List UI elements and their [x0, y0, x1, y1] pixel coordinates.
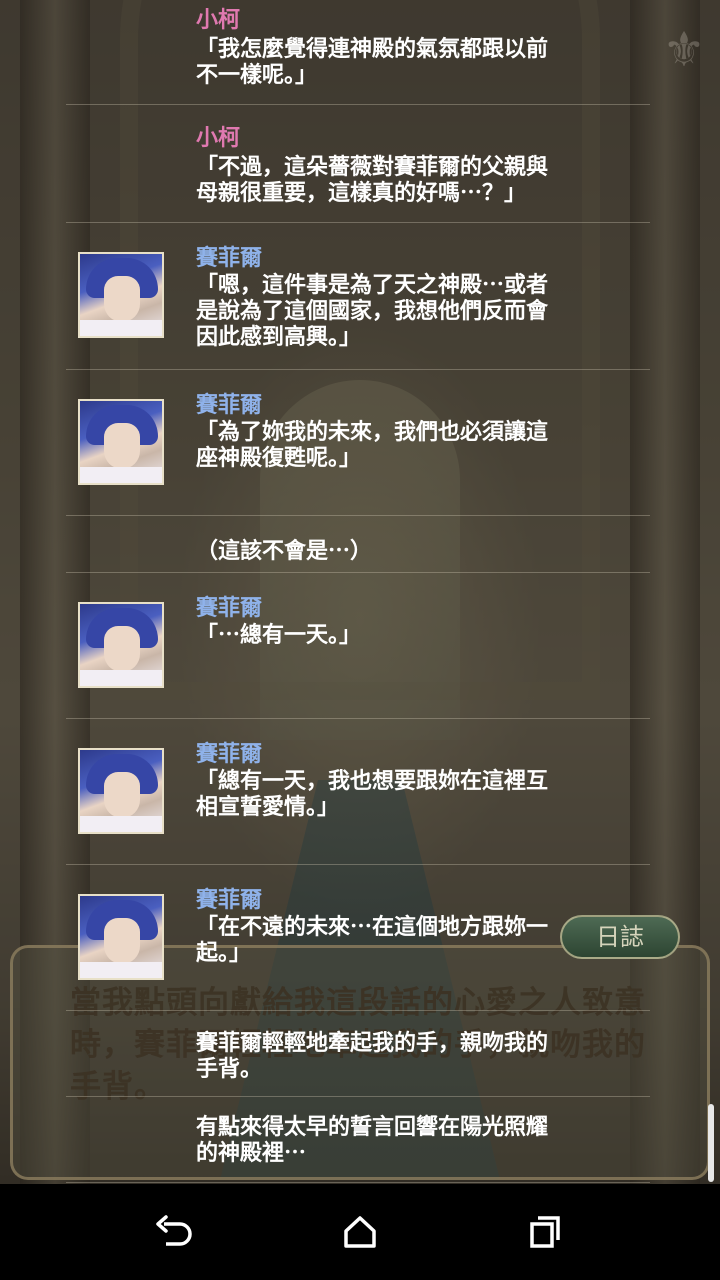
narration-text: 有點來得太早的誓言回響在陽光照耀 的神殿裡⋯ — [196, 1114, 549, 1166]
monologue-text: （這該不會是⋯） — [196, 538, 373, 564]
speaker-name: 賽菲爾 — [196, 741, 263, 767]
seraphiel-avatar — [78, 748, 164, 834]
seraphiel-avatar — [78, 602, 164, 688]
seraphiel-avatar — [78, 399, 164, 485]
speaker-name: 小柯 — [196, 125, 241, 151]
log-entry: 賽菲爾 「⋯總有一天。」 — [66, 572, 650, 719]
log-scrollbar[interactable] — [708, 1104, 714, 1182]
log-entry: 有點來得太早的誓言回響在陽光照耀 的神殿裡⋯ — [66, 1096, 650, 1183]
speaker-name: 賽菲爾 — [196, 245, 263, 271]
log-entry: 賽菲爾 「在不遠的未來⋯在這個地方跟妳一 起。」 — [66, 864, 650, 1011]
fleur-de-lis-icon: ⚜ — [662, 22, 706, 78]
log-entry: 賽菲爾 「為了妳我的未來，我們也必須讓這 座神殿復甦呢。」 — [66, 369, 650, 516]
log-entry: 賽菲爾輕輕地牽起我的手，親吻我的 手背。 — [66, 1010, 650, 1097]
seraphiel-avatar — [78, 894, 164, 980]
speaker-name: 賽菲爾 — [196, 595, 263, 621]
speaker-name: 賽菲爾 — [196, 887, 263, 913]
recents-icon[interactable] — [518, 1204, 574, 1260]
narration-text: 賽菲爾輕輕地牽起我的手，親吻我的 手背。 — [196, 1030, 549, 1082]
system-navigation-bar — [0, 1184, 720, 1280]
dialogue-text: 「總有一天，我也想要跟妳在這裡互 相宣誓愛情。」 — [196, 768, 549, 820]
speaker-name: 小柯 — [196, 7, 241, 33]
log-entry: 小柯 「不過，這朵薔薇對賽菲爾的父親與 母親很重要，這樣真的好嗎⋯？」 — [66, 104, 650, 223]
dialogue-text: 「在不遠的未來⋯在這個地方跟妳一 起。」 — [196, 914, 549, 966]
seraphiel-avatar — [78, 252, 164, 338]
dialogue-text: 「⋯總有一天。」 — [196, 622, 362, 648]
dialogue-text: 「為了妳我的未來，我們也必須讓這 座神殿復甦呢。」 — [196, 419, 549, 471]
log-entry: 賽菲爾 「總有一天，我也想要跟妳在這裡互 相宣誓愛情。」 — [66, 718, 650, 865]
home-icon[interactable] — [332, 1204, 388, 1260]
dialogue-text: 「不過，這朵薔薇對賽菲爾的父親與 母親很重要，這樣真的好嗎⋯？」 — [196, 154, 549, 206]
speaker-name: 賽菲爾 — [196, 392, 263, 418]
log-entry: （這該不會是⋯） — [66, 515, 650, 573]
log-entry: 小柯 「我怎麼覺得連神殿的氣氛都跟以前 不一樣呢。」 — [66, 0, 650, 105]
back-icon[interactable] — [146, 1204, 202, 1260]
backlog-list[interactable]: 小柯 「我怎麼覺得連神殿的氣氛都跟以前 不一樣呢。」 小柯 「不過，這朵薔薇對賽… — [66, 0, 650, 1184]
log-entry: 賽菲爾 「嗯，這件事是為了天之神殿⋯或者 是說為了這個國家，我想他們反而會 因此… — [66, 222, 650, 370]
dialogue-text: 「嗯，這件事是為了天之神殿⋯或者 是說為了這個國家，我想他們反而會 因此感到高興… — [196, 272, 549, 350]
dialogue-text: 「我怎麼覺得連神殿的氣氛都跟以前 不一樣呢。」 — [196, 36, 549, 88]
